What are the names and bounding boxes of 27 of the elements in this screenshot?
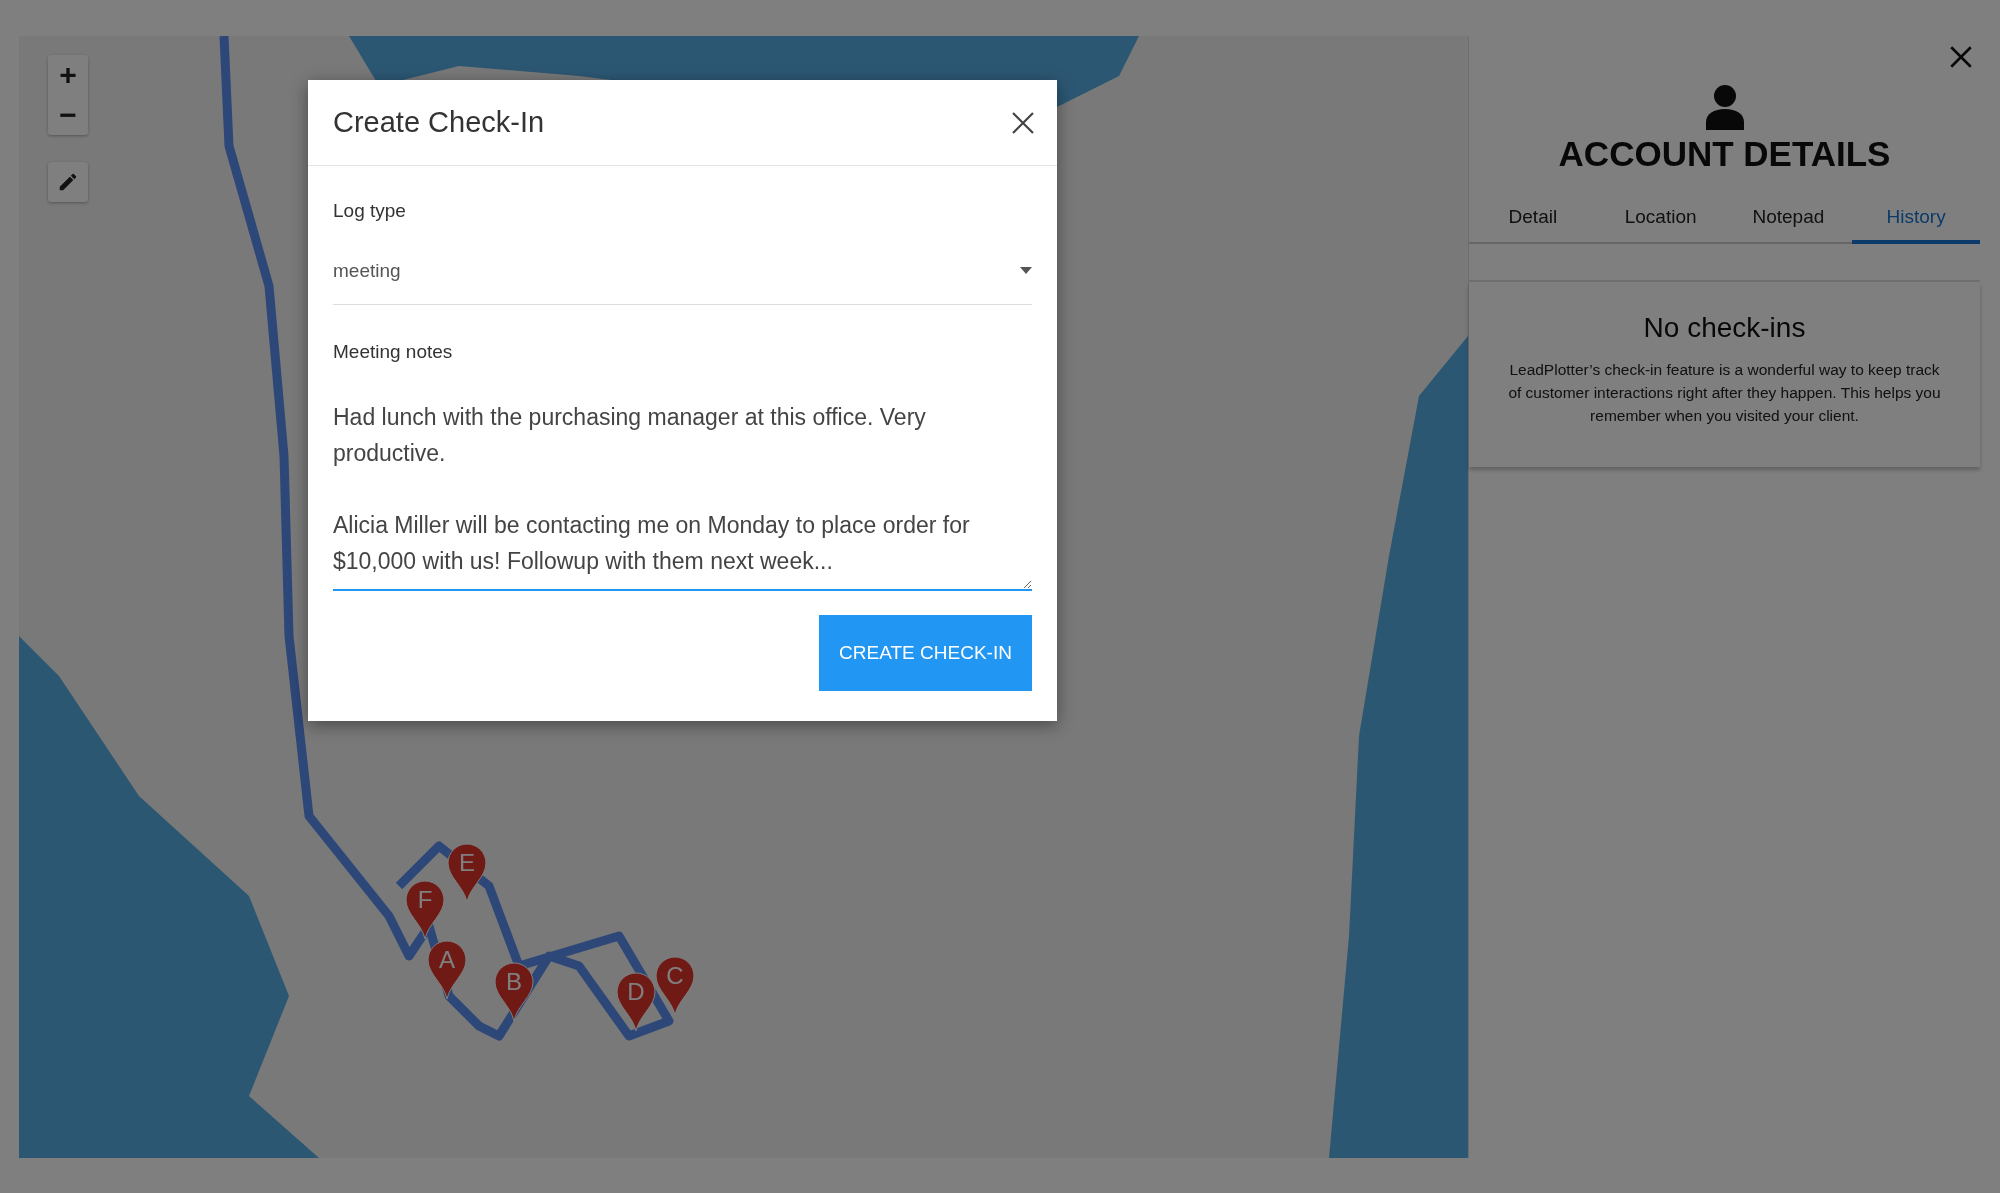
panel-tab[interactable]: Notepad bbox=[1724, 192, 1853, 244]
panel-tab[interactable]: Detail bbox=[1469, 192, 1597, 244]
map-pin[interactable]: D bbox=[616, 972, 656, 1032]
empty-state-heading: No check-ins bbox=[1642, 312, 1807, 344]
map-pin[interactable]: F bbox=[405, 880, 445, 940]
create-check-in-button[interactable]: CREATE CHECK-IN bbox=[819, 615, 1032, 691]
panel-tab[interactable]: History bbox=[1852, 192, 1980, 244]
zoom-button[interactable]: + bbox=[48, 55, 88, 95]
empty-state-text: LeadPlotter’s check-in feature is a wonderful way to keep track of customer interactions right after they happen. This helps you remember when you visited your client. bbox=[1507, 360, 1942, 426]
panel-tab[interactable]: Location bbox=[1596, 192, 1725, 244]
map-pin[interactable]: B bbox=[494, 962, 534, 1022]
dialog-title: Create Check-In bbox=[333, 106, 545, 139]
map-pin[interactable]: A bbox=[427, 940, 467, 1000]
caret-icon bbox=[1020, 267, 1032, 275]
field-label: Log type bbox=[333, 200, 407, 222]
map-pin[interactable]: C bbox=[655, 956, 695, 1016]
panel-title: ACCOUNT DETAILS bbox=[1558, 134, 1891, 174]
pencil-icon bbox=[57, 171, 79, 193]
close-button[interactable] bbox=[1011, 110, 1035, 135]
close-icon bbox=[1948, 44, 1974, 70]
map-pin[interactable]: E bbox=[447, 843, 487, 903]
field-label: Meeting notes bbox=[333, 341, 454, 363]
edit-button[interactable] bbox=[48, 162, 88, 202]
close-icon bbox=[1011, 110, 1035, 135]
log-type-select[interactable]: meeting bbox=[333, 256, 1032, 305]
person-icon bbox=[1703, 84, 1746, 130]
zoom-button[interactable]: − bbox=[48, 95, 88, 135]
